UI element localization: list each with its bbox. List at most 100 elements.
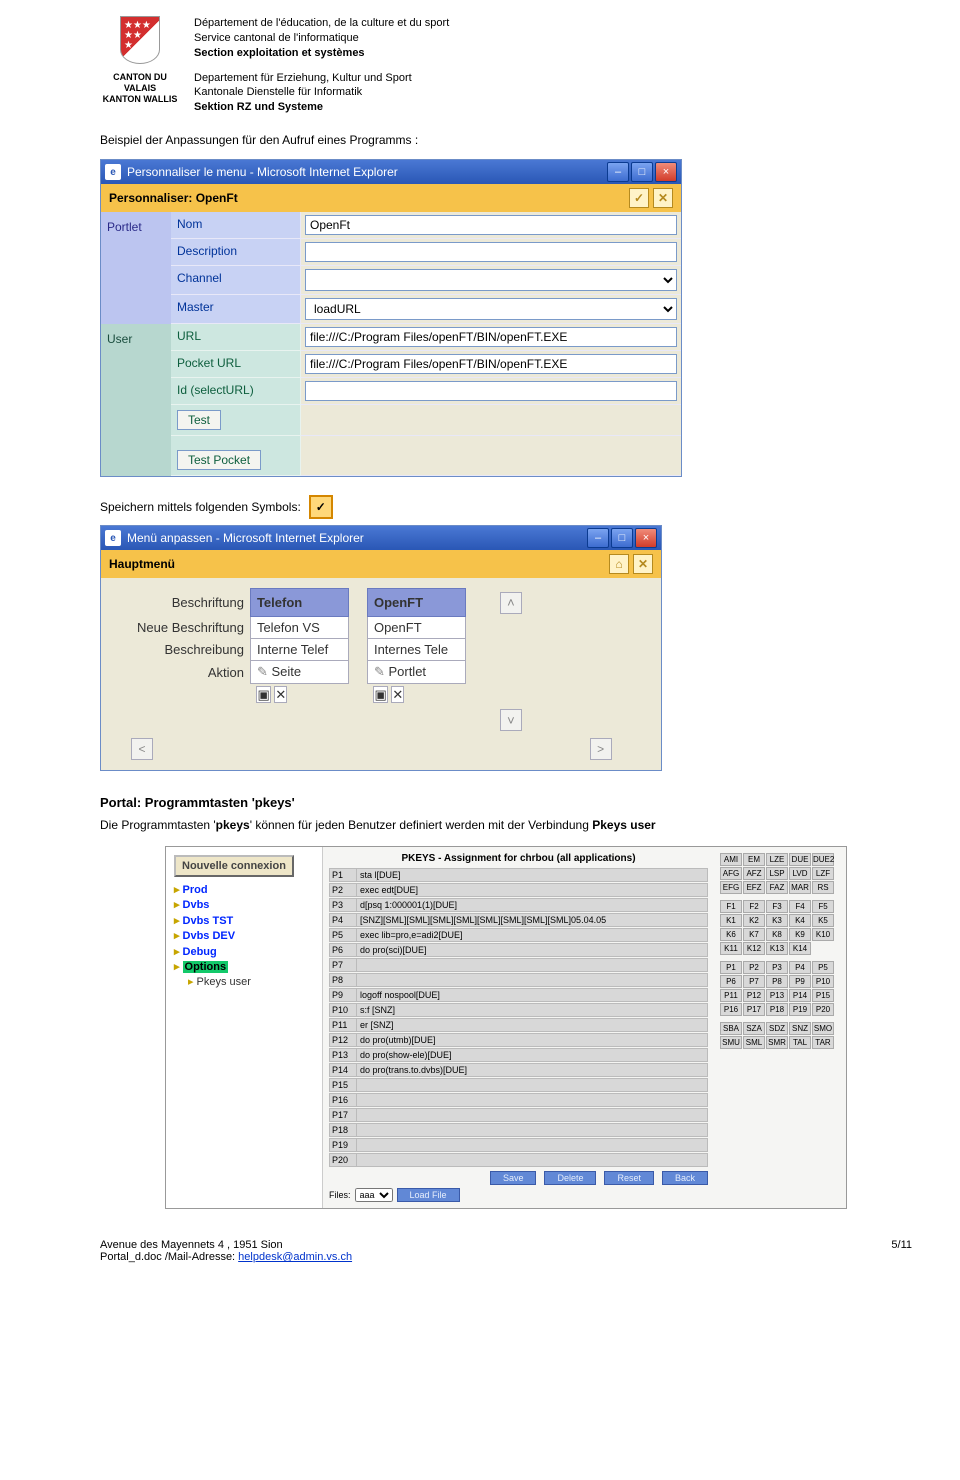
key-button[interactable]: LSP <box>766 867 788 880</box>
key-button[interactable]: P19 <box>789 1003 811 1016</box>
save-icon[interactable]: ✓ <box>629 188 649 208</box>
pkey-row[interactable]: P14do pro(trans.to.dvbs)[DUE] <box>329 1063 708 1077</box>
toolbar-icon[interactable]: ✕ <box>633 554 653 574</box>
description-input[interactable] <box>305 242 677 262</box>
mail-link[interactable]: helpdesk@admin.vs.ch <box>238 1251 352 1263</box>
col-openft[interactable]: OpenFT <box>367 589 465 617</box>
scroll-left-icon[interactable]: ˂ <box>131 738 153 760</box>
pkey-row[interactable]: P11er [SNZ] <box>329 1018 708 1032</box>
value-cell[interactable]: Internes Tele <box>367 639 465 661</box>
key-button[interactable]: K14 <box>789 942 811 955</box>
tree-node[interactable]: ▸Prod <box>174 883 314 898</box>
key-button[interactable]: P16 <box>720 1003 742 1016</box>
scroll-up-icon[interactable]: ˄ <box>500 592 522 614</box>
key-button[interactable]: K5 <box>812 914 834 927</box>
key-button[interactable]: K2 <box>743 914 765 927</box>
key-button[interactable]: SBA <box>720 1022 742 1035</box>
minimize-button[interactable]: – <box>607 162 629 182</box>
tree-node[interactable]: ▸Options <box>174 960 314 975</box>
tree-node[interactable]: ▸Dvbs <box>174 898 314 913</box>
tree-node[interactable]: ▸Debug <box>174 945 314 960</box>
reset-button[interactable]: Reset <box>604 1171 654 1185</box>
tree-node[interactable]: ▸Dvbs TST <box>174 914 314 929</box>
channel-select[interactable] <box>305 269 677 291</box>
col-telefon[interactable]: Telefon <box>250 589 348 617</box>
pkey-row[interactable]: P2exec edt[DUE] <box>329 883 708 897</box>
maximize-button[interactable]: □ <box>611 528 633 548</box>
action-portlet[interactable]: Portlet <box>388 664 426 679</box>
pkey-row[interactable]: P4[SNZ][SML][SML][SML][SML][SML][SML][SM… <box>329 913 708 927</box>
test-pocket-button[interactable]: Test Pocket <box>177 450 261 470</box>
key-button[interactable]: K6 <box>720 928 742 941</box>
key-button[interactable]: DUE2 <box>812 853 834 866</box>
pkey-row[interactable]: P20 <box>329 1153 708 1167</box>
key-button[interactable]: FAZ <box>766 881 788 894</box>
key-button[interactable]: P1 <box>720 961 742 974</box>
key-button[interactable]: MAR <box>789 881 811 894</box>
pkey-row[interactable]: P9logoff nospool[DUE] <box>329 988 708 1002</box>
scroll-right-icon[interactable]: ˃ <box>590 738 612 760</box>
key-button[interactable]: SDZ <box>766 1022 788 1035</box>
key-button[interactable]: AMI <box>720 853 742 866</box>
key-button[interactable]: K4 <box>789 914 811 927</box>
key-button[interactable]: P8 <box>766 975 788 988</box>
key-button[interactable]: P4 <box>789 961 811 974</box>
pkey-row[interactable]: P12do pro(utmb)[DUE] <box>329 1033 708 1047</box>
key-button[interactable]: AFG <box>720 867 742 880</box>
key-button[interactable]: P20 <box>812 1003 834 1016</box>
pkey-row[interactable]: P17 <box>329 1108 708 1122</box>
key-button[interactable]: P9 <box>789 975 811 988</box>
key-button[interactable]: TAL <box>789 1036 811 1049</box>
key-button[interactable]: LVD <box>789 867 811 880</box>
pocket-url-input[interactable] <box>305 354 677 374</box>
files-select[interactable]: aaa <box>355 1188 393 1202</box>
pkey-row[interactable]: P3d[psq 1:000001(1)[DUE] <box>329 898 708 912</box>
key-button[interactable]: F1 <box>720 900 742 913</box>
key-button[interactable]: P7 <box>743 975 765 988</box>
key-button[interactable]: K1 <box>720 914 742 927</box>
key-button[interactable]: SMR <box>766 1036 788 1049</box>
key-button[interactable]: P18 <box>766 1003 788 1016</box>
toolbar-icon[interactable]: ⌂ <box>609 554 629 574</box>
pkey-row[interactable]: P16 <box>329 1093 708 1107</box>
key-button[interactable]: SNZ <box>789 1022 811 1035</box>
key-button[interactable]: K8 <box>766 928 788 941</box>
back-button[interactable]: Back <box>662 1171 708 1185</box>
action-seite[interactable]: Seite <box>271 664 301 679</box>
key-button[interactable]: P12 <box>743 989 765 1002</box>
delete-button[interactable]: Delete <box>544 1171 596 1185</box>
key-button[interactable]: TAR <box>812 1036 834 1049</box>
key-button[interactable]: SMU <box>720 1036 742 1049</box>
key-button[interactable]: P13 <box>766 989 788 1002</box>
new-connection-button[interactable]: Nouvelle connexion <box>174 855 294 877</box>
key-button[interactable]: P11 <box>720 989 742 1002</box>
maximize-button[interactable]: □ <box>631 162 653 182</box>
pkey-row[interactable]: P19 <box>329 1138 708 1152</box>
pkey-row[interactable]: P13do pro(show-ele)[DUE] <box>329 1048 708 1062</box>
key-button[interactable]: P17 <box>743 1003 765 1016</box>
close-button[interactable]: × <box>635 528 657 548</box>
key-button[interactable]: AFZ <box>743 867 765 880</box>
scroll-down-icon[interactable]: ˅ <box>500 709 522 731</box>
key-button[interactable]: F3 <box>766 900 788 913</box>
key-button[interactable]: F5 <box>812 900 834 913</box>
test-button[interactable]: Test <box>177 410 221 430</box>
close-button[interactable]: × <box>655 162 677 182</box>
key-button[interactable]: P15 <box>812 989 834 1002</box>
tree-node[interactable]: ▸Dvbs DEV <box>174 929 314 944</box>
pkey-row[interactable]: P10s:f [SNZ] <box>329 1003 708 1017</box>
pkey-row[interactable]: P5exec lib=pro,e=adi2[DUE] <box>329 928 708 942</box>
pkey-row[interactable]: P1sta l[DUE] <box>329 868 708 882</box>
key-button[interactable]: LZF <box>812 867 834 880</box>
key-button[interactable]: P2 <box>743 961 765 974</box>
value-cell[interactable]: Telefon VS <box>250 617 348 639</box>
key-button[interactable]: EM <box>743 853 765 866</box>
key-button[interactable]: P6 <box>720 975 742 988</box>
key-button[interactable]: K12 <box>743 942 765 955</box>
key-button[interactable]: F2 <box>743 900 765 913</box>
key-button[interactable]: P3 <box>766 961 788 974</box>
pkey-row[interactable]: P18 <box>329 1123 708 1137</box>
master-select[interactable]: loadURL <box>305 298 677 320</box>
pkey-row[interactable]: P8 <box>329 973 708 987</box>
key-button[interactable]: P14 <box>789 989 811 1002</box>
